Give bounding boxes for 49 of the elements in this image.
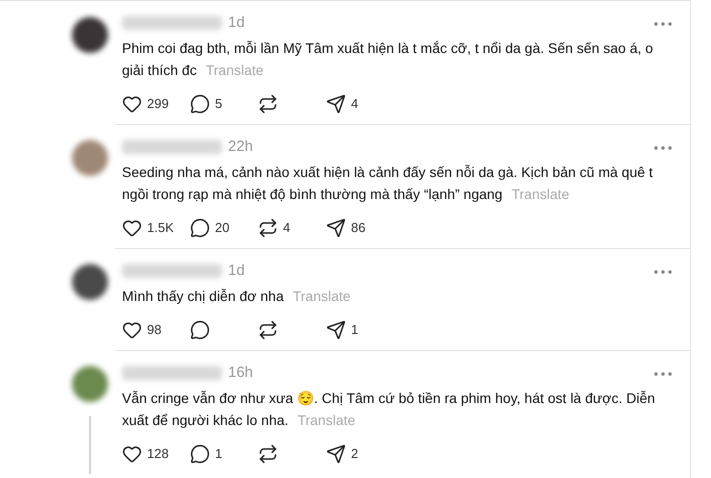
like-count: 98 — [147, 321, 162, 340]
translate-link[interactable]: Translate — [292, 288, 351, 304]
more-icon[interactable] — [654, 22, 672, 26]
comment-text: Phim coi đag bth, mỗi lần Mỹ Tâm xuất hiện là t mắc cỡ, t nổi da gà. Sến sến sao á, o giải thích đc Translate — [122, 39, 654, 80]
reply-count: 20 — [215, 219, 230, 238]
heart-icon[interactable] — [122, 94, 142, 114]
timestamp: 1d — [228, 12, 245, 33]
like-count: 128 — [147, 445, 169, 464]
like-count: 299 — [147, 95, 169, 114]
thread-line — [89, 416, 91, 474]
share-count: 2 — [351, 445, 358, 464]
repost-icon[interactable] — [258, 444, 278, 464]
share-count: 86 — [351, 219, 366, 238]
like-count: 1.5K — [147, 219, 174, 238]
avatar — [72, 366, 108, 402]
avatar — [72, 17, 108, 53]
repost-count: 4 — [283, 219, 290, 238]
heart-icon[interactable] — [122, 218, 142, 238]
timestamp: 1d — [228, 260, 245, 281]
timestamp: 22h — [228, 136, 254, 157]
comment-icon[interactable] — [190, 320, 210, 340]
reply-count: 1 — [215, 445, 222, 464]
comment-text: Vẫn cringe vẫn đơ như xưa 😌. Chị Tâm cứ bỏ tiền ra phim hoy, hát ost là được. Diễn xuất để người khác lo nha. Translate — [122, 389, 656, 430]
translate-link[interactable]: Translate — [206, 62, 264, 78]
repost-icon[interactable] — [258, 94, 278, 114]
translate-link[interactable]: Translate — [297, 412, 356, 428]
send-icon[interactable] — [326, 320, 346, 340]
send-icon[interactable] — [326, 94, 346, 114]
send-icon[interactable] — [326, 218, 346, 238]
more-icon[interactable] — [654, 372, 672, 376]
heart-icon[interactable] — [122, 444, 142, 464]
repost-icon[interactable] — [258, 320, 278, 340]
timestamp: 16h — [228, 362, 254, 383]
comment-text: Seeding nha má, cảnh nào xuất hiện là cảnh đấy sến nỗi da gà. Kịch bản cũ mà quê t ngồi trong rạp mà nhiệt độ bình thường mà thấy “lạnh” ngang Translate — [122, 163, 654, 204]
avatar — [72, 264, 108, 300]
translate-link[interactable]: Translate — [511, 186, 570, 202]
comment-icon[interactable] — [190, 94, 210, 114]
more-icon[interactable] — [654, 146, 672, 150]
comment-text: Mình thấy chị diễn đơ nha Translate — [122, 287, 352, 306]
heart-icon[interactable] — [122, 320, 142, 340]
share-count: 1 — [351, 321, 358, 340]
comment-icon[interactable] — [190, 444, 210, 464]
more-icon[interactable] — [654, 270, 672, 274]
send-icon[interactable] — [326, 444, 346, 464]
repost-icon[interactable] — [258, 218, 278, 238]
share-count: 4 — [351, 95, 358, 114]
reply-count: 5 — [215, 95, 222, 114]
avatar — [72, 140, 108, 176]
comment-icon[interactable] — [190, 218, 210, 238]
